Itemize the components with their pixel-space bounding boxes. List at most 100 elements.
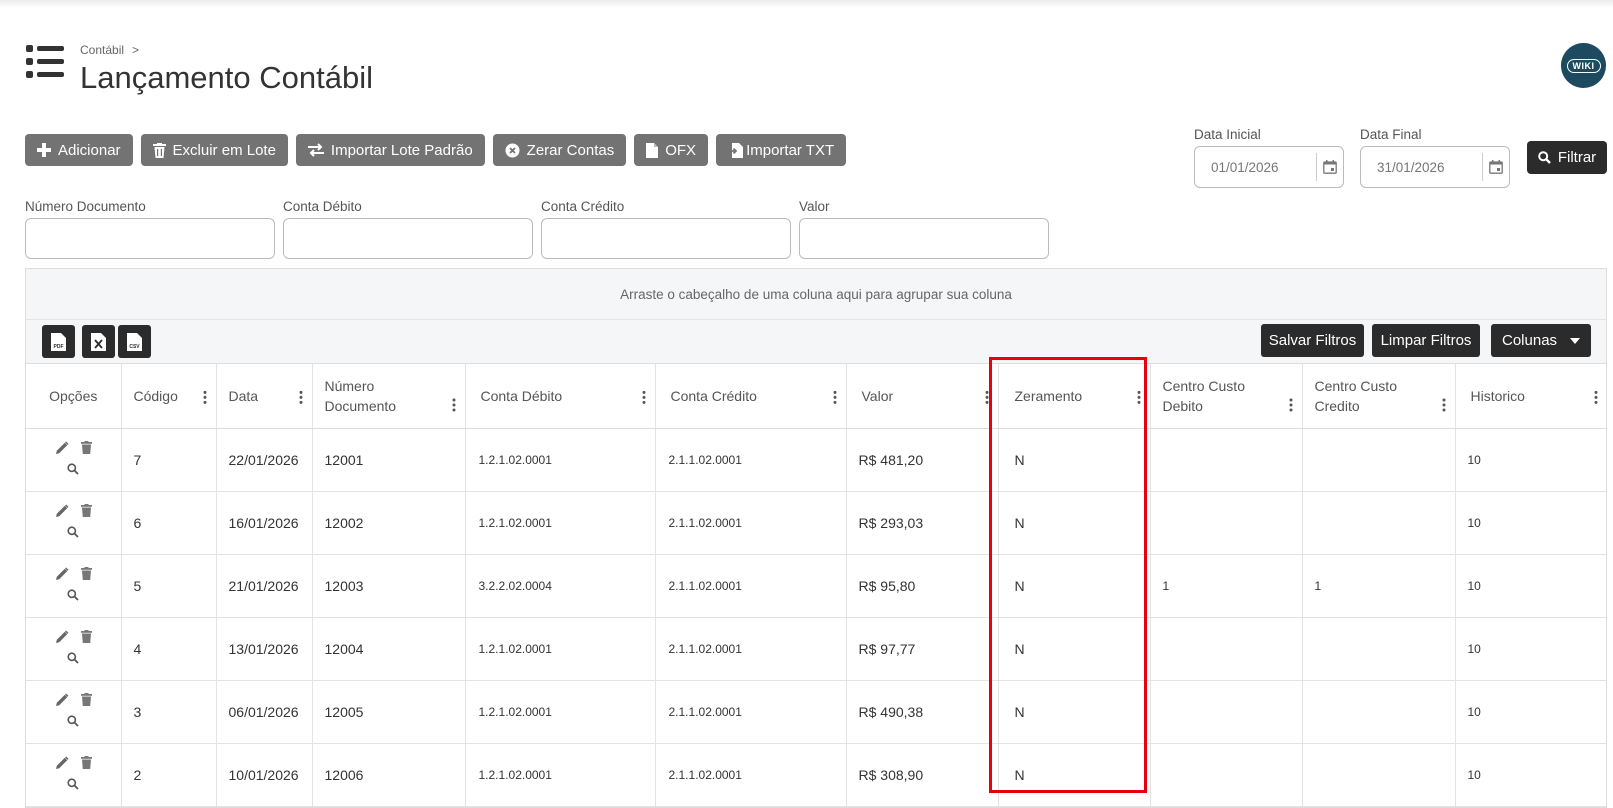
column-header-data[interactable]: Data (216, 364, 313, 429)
debit-account-input[interactable] (283, 218, 533, 259)
file-icon (646, 142, 659, 158)
cell-historico: 10 (1455, 680, 1606, 744)
delete-batch-button[interactable]: Excluir em Lote (140, 134, 288, 166)
cell-opcoes (26, 428, 122, 492)
kebab-icon[interactable] (1594, 390, 1598, 404)
start-date-value: 01/01/2026 (1211, 159, 1279, 175)
table-row[interactable]: 7 22/01/2026 12001 1.2.1.02.0001 2.1.1.02.00… (26, 428, 1606, 492)
export-excel-button[interactable] (82, 325, 115, 358)
pencil-icon[interactable] (55, 441, 69, 458)
kebab-icon[interactable] (1137, 390, 1141, 404)
doc-number-input[interactable] (25, 218, 275, 259)
cell-centro-custo-credito (1302, 428, 1456, 492)
pencil-icon[interactable] (55, 630, 69, 647)
trash-icon[interactable] (80, 441, 92, 458)
cell-conta-debito: 3.2.2.02.0004 (465, 554, 656, 618)
trash-icon[interactable] (80, 504, 92, 521)
cell-valor: R$ 308,90 (846, 743, 999, 807)
cell-opcoes (26, 554, 122, 618)
credit-account-label: Conta Crédito (541, 199, 625, 214)
table-row[interactable]: 3 06/01/2026 12005 1.2.1.02.0001 2.1.1.02.00… (26, 680, 1606, 744)
cell-centro-custo-credito (1302, 743, 1456, 807)
kebab-icon[interactable] (1289, 398, 1293, 412)
export-csv-button[interactable]: CSV (118, 325, 151, 358)
cell-conta-debito: 1.2.1.02.0001 (465, 680, 656, 744)
cell-conta-credito: 2.1.1.02.0001 (655, 680, 847, 744)
column-header-centro-custo-credito[interactable]: Centro Custo Credito (1302, 364, 1456, 429)
pencil-icon[interactable] (55, 504, 69, 521)
import-batch-button[interactable]: Importar Lote Padrão (295, 134, 485, 166)
cell-valor: R$ 490,38 (846, 680, 999, 744)
trash-icon[interactable] (80, 567, 92, 584)
add-button[interactable]: Adicionar (25, 134, 133, 166)
column-header-numero-documento[interactable]: Número Documento (312, 364, 466, 429)
kebab-icon[interactable] (452, 398, 456, 412)
page-title: Lançamento Contábil (80, 60, 373, 95)
pencil-icon[interactable] (55, 756, 69, 773)
kebab-icon[interactable] (203, 390, 207, 404)
list-menu-icon[interactable] (26, 44, 66, 80)
entries-table: Opções Código Data Número Documento Cont… (26, 364, 1606, 807)
column-header-conta-debito[interactable]: Conta Débito (465, 364, 656, 429)
column-header-historico[interactable]: Historico (1455, 364, 1606, 429)
search-icon[interactable] (67, 525, 79, 541)
trash-icon[interactable] (80, 630, 92, 647)
kebab-icon[interactable] (642, 390, 646, 404)
trash-icon[interactable] (80, 693, 92, 710)
table-row[interactable]: 5 21/01/2026 12003 3.2.2.02.0004 2.1.1.02.00… (26, 554, 1606, 618)
credit-account-input[interactable] (541, 218, 791, 259)
table-row[interactable]: 6 16/01/2026 12002 1.2.1.02.0001 2.1.1.02.00… (26, 491, 1606, 555)
cell-data: 06/01/2026 (216, 680, 313, 744)
search-icon[interactable] (67, 777, 79, 793)
column-header-valor[interactable]: Valor (846, 364, 999, 429)
delete-batch-label: Excluir em Lote (172, 141, 276, 159)
cell-valor: R$ 481,20 (846, 428, 999, 492)
cell-centro-custo-debito (1150, 428, 1303, 492)
columns-dropdown[interactable]: Colunas (1491, 324, 1591, 357)
wiki-button[interactable]: WIKI (1561, 43, 1606, 88)
cell-data: 13/01/2026 (216, 617, 313, 681)
row-actions (38, 756, 109, 793)
cell-zeramento: N (998, 491, 1151, 555)
export-pdf-button[interactable]: PDF (42, 325, 75, 358)
search-icon[interactable] (67, 651, 79, 667)
save-filters-button[interactable]: Salvar Filtros (1261, 324, 1364, 357)
data-grid: Arraste o cabeçalho de uma coluna aqui p… (25, 268, 1607, 808)
kebab-icon[interactable] (1442, 398, 1446, 412)
trash-icon[interactable] (80, 756, 92, 773)
search-icon[interactable] (67, 588, 79, 604)
search-icon[interactable] (67, 462, 79, 478)
group-panel[interactable]: Arraste o cabeçalho de uma coluna aqui p… (26, 269, 1606, 320)
table-row[interactable]: 4 13/01/2026 12004 1.2.1.02.0001 2.1.1.02.00… (26, 617, 1606, 681)
ofx-button[interactable]: OFX (634, 134, 709, 166)
filter-button[interactable]: Filtrar (1527, 141, 1607, 174)
clear-filters-button[interactable]: Limpar Filtros (1372, 324, 1480, 357)
table-row[interactable]: 2 10/01/2026 12006 1.2.1.02.0001 2.1.1.02.00… (26, 743, 1606, 807)
kebab-icon[interactable] (985, 390, 989, 404)
column-header-conta-credito[interactable]: Conta Crédito (655, 364, 847, 429)
start-date-field[interactable]: 01/01/2026 (1194, 146, 1344, 188)
zero-accounts-button[interactable]: Zerar Contas (492, 134, 627, 166)
kebab-icon[interactable] (833, 390, 837, 404)
breadcrumb-item-contabil[interactable]: Contábil (80, 43, 124, 57)
import-txt-button[interactable]: Importar TXT (716, 134, 847, 166)
column-header-zeramento[interactable]: Zeramento (998, 364, 1151, 429)
value-input[interactable] (799, 218, 1049, 259)
search-icon[interactable] (67, 714, 79, 730)
pencil-icon[interactable] (55, 693, 69, 710)
cell-centro-custo-debito (1150, 743, 1303, 807)
cell-conta-credito: 2.1.1.02.0001 (655, 428, 847, 492)
end-date-field[interactable]: 31/01/2026 (1360, 146, 1510, 188)
kebab-icon[interactable] (299, 390, 303, 404)
cell-centro-custo-debito: 1 (1150, 554, 1303, 618)
pencil-icon[interactable] (55, 567, 69, 584)
calendar-icon[interactable] (1317, 160, 1343, 174)
column-header-centro-custo-debito[interactable]: Centro Custo Debito (1150, 364, 1303, 429)
csv-icon: CSV (127, 332, 142, 351)
row-actions (38, 630, 109, 667)
column-header-codigo[interactable]: Código (121, 364, 217, 429)
cell-centro-custo-debito (1150, 617, 1303, 681)
cell-zeramento: N (998, 743, 1151, 807)
breadcrumb-separator: > (132, 43, 140, 57)
calendar-icon[interactable] (1483, 160, 1509, 174)
